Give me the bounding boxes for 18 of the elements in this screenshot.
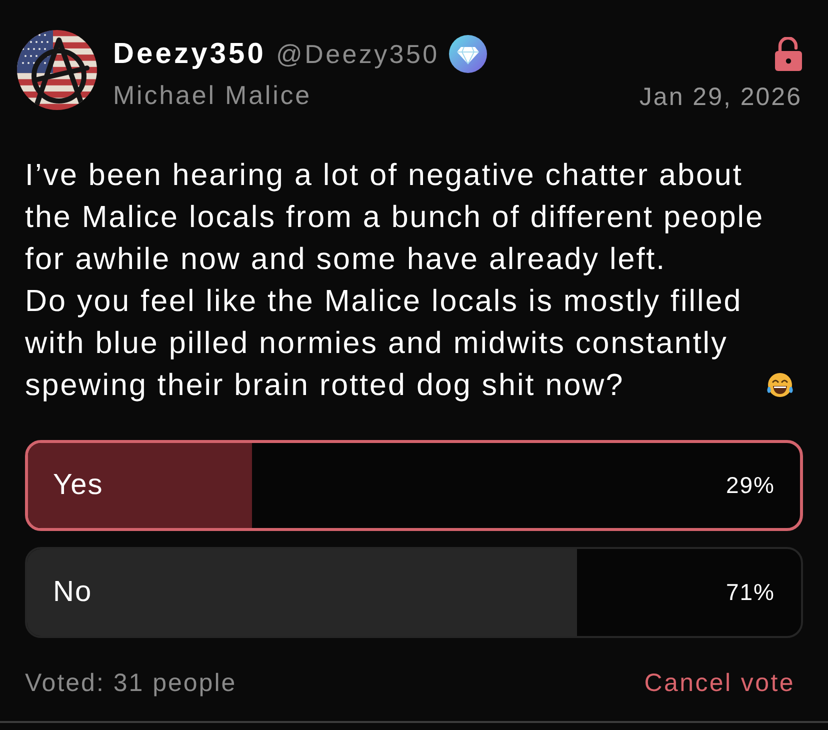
flag-avatar-icon: [17, 30, 97, 110]
laughing-emoji-icon: [766, 371, 794, 399]
vote-count: Voted: 31 people: [25, 668, 237, 698]
poll-option[interactable]: No 71%: [25, 547, 803, 638]
author-subtitle: Michael Malice: [113, 80, 312, 111]
post-text: I’ve been hearing a lot of negative chatter about the Malice locals from a bunch of different people for awhile now and some have already left.: [25, 157, 766, 278]
cancel-vote-link[interactable]: Cancel vote: [644, 668, 795, 698]
author-name[interactable]: Deezy350: [113, 38, 266, 70]
diamond-badge-icon: [449, 35, 488, 73]
poll-option[interactable]: Yes 29%: [25, 440, 803, 531]
option-label: No: [53, 576, 92, 609]
open-lock-icon: [775, 37, 802, 71]
post-text: Do you feel like the Malice locals is mostly filled with blue pilled normies and midwits constantly spewing their brain rotted dog shit now?: [25, 283, 744, 404]
option-label: Yes: [53, 469, 104, 502]
post-date: Jan 29, 2026: [639, 83, 802, 112]
vote-percentage: 29%: [726, 472, 775, 499]
vote-percentage: 71%: [726, 579, 775, 606]
author-handle[interactable]: @Deezy350: [276, 38, 440, 70]
